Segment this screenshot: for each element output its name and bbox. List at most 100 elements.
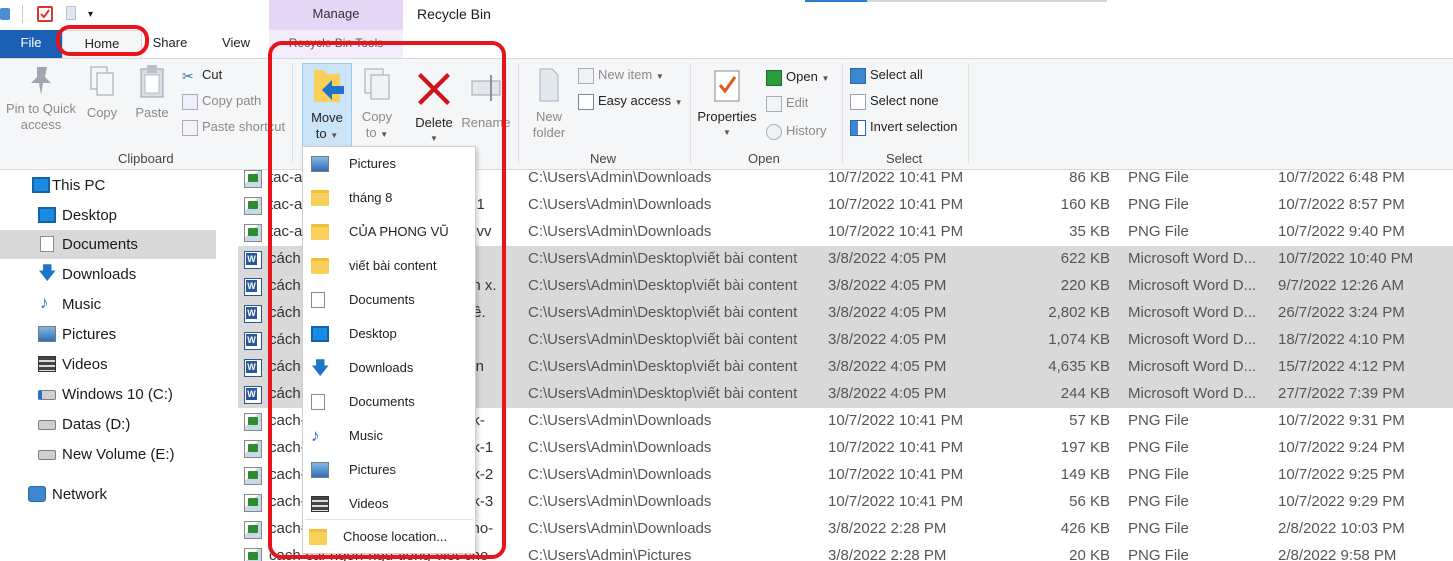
file-size: 220 KB [1060, 277, 1110, 294]
original-location: C:\Users\Admin\Downloads [528, 223, 712, 240]
history-label: History [786, 123, 827, 138]
edit-label: Edit [786, 95, 809, 110]
pin-quick-access-button[interactable]: Pin to Quick access [2, 63, 80, 133]
date-modified: 10/7/2022 6:48 PM [1278, 169, 1405, 186]
nav-item-drive-c[interactable]: Windows 10 (C:) [0, 380, 216, 409]
new-group-label: New [590, 151, 617, 166]
ribbon-divider [690, 63, 691, 163]
nav-item-desktop[interactable]: Desktop [0, 201, 216, 230]
easy-access-button[interactable]: Easy access ▼ [578, 91, 683, 111]
clipboard-group-label: Clipboard [118, 151, 174, 166]
file-size: 426 KB [1060, 520, 1110, 537]
file-size: 56 KB [1069, 493, 1110, 510]
original-location: C:\Users\Admin\Desktop\viết bài content [528, 358, 798, 375]
invert-selection-button[interactable]: Invert selection [850, 117, 957, 137]
original-location: C:\Users\Admin\Downloads [528, 466, 712, 483]
file-size: 1,074 KB [1048, 331, 1110, 348]
copy-path-button[interactable]: Copy path [182, 91, 261, 111]
invert-selection-label: Invert selection [870, 119, 958, 134]
clipboard-icon [140, 65, 164, 98]
copy-button[interactable]: Copy [82, 63, 122, 121]
paste-label: Paste [135, 105, 169, 120]
qat-divider [22, 5, 23, 23]
chevron-down-icon: ▼ [821, 74, 830, 83]
date-modified: 26/7/2022 3:24 PM [1278, 304, 1405, 321]
explorer-icon [0, 8, 10, 20]
nav-item-videos[interactable]: Videos [0, 350, 216, 379]
copy-path-icon [182, 93, 198, 110]
nav-label: Windows 10 (C:) [62, 386, 173, 403]
file-size: 244 KB [1060, 385, 1110, 402]
select-none-button[interactable]: Select none [850, 91, 939, 111]
new-folder-label-line2: folder [532, 125, 566, 140]
pin-icon [31, 67, 51, 95]
ribbon-divider [968, 63, 969, 163]
png-file-icon [244, 467, 262, 485]
file-size: 160 KB [1060, 196, 1110, 213]
nav-item-pictures[interactable]: Pictures [0, 320, 216, 349]
copy-label: Copy [86, 105, 118, 120]
date-deleted: 3/8/2022 4:05 PM [828, 385, 947, 402]
tab-file[interactable]: File [0, 30, 62, 58]
date-deleted: 10/7/2022 10:41 PM [828, 466, 964, 483]
documents-icon [40, 236, 54, 252]
nav-item-music[interactable]: ♪ Music [0, 290, 216, 319]
nav-label: Videos [62, 356, 108, 373]
easy-access-icon [578, 93, 594, 110]
nav-item-documents[interactable]: Documents [0, 230, 216, 259]
png-file-icon [244, 224, 262, 242]
date-modified: 2/8/2022 10:03 PM [1278, 520, 1405, 537]
tab-share[interactable]: Share [142, 30, 198, 58]
date-modified: 15/7/2022 4:12 PM [1278, 358, 1405, 375]
word-file-icon [244, 278, 262, 296]
new-folder-label-line1: New [535, 109, 562, 124]
new-folder-qat-icon[interactable] [66, 6, 76, 20]
qat-customize-icon[interactable]: ▾ [88, 8, 104, 24]
properties-qat-icon[interactable] [37, 6, 53, 22]
ribbon-divider [518, 63, 519, 163]
item-type: PNG File [1128, 412, 1189, 429]
select-all-label: Select all [870, 67, 923, 82]
easy-access-label: Easy access [598, 93, 671, 108]
file-size: 149 KB [1060, 466, 1110, 483]
tab-view[interactable]: View [208, 30, 264, 58]
nav-item-downloads[interactable]: 🡇 Downloads [0, 260, 216, 289]
nav-label: Desktop [62, 207, 118, 224]
original-location: C:\Users\Admin\Desktop\viết bài content [528, 385, 798, 402]
paste-button[interactable]: Paste [130, 63, 174, 121]
select-all-button[interactable]: Select all [850, 65, 923, 85]
date-modified: 10/7/2022 9:40 PM [1278, 223, 1405, 240]
cut-button[interactable]: ✂ Cut [182, 65, 222, 85]
original-location: C:\Users\Admin\Pictures [528, 547, 692, 561]
nav-item-this-pc[interactable]: This PC [0, 171, 216, 200]
ribbon: Pin to Quick access Copy Paste ✂ Cut Copy… [0, 58, 1453, 170]
edit-button[interactable]: Edit [766, 93, 808, 113]
nav-item-drive-e[interactable]: New Volume (E:) [0, 440, 216, 469]
chevron-down-icon: ▼ [674, 98, 683, 107]
nav-item-drive-d[interactable]: Datas (D:) [0, 410, 216, 439]
properties-button[interactable]: Properties ▼ [694, 63, 760, 141]
new-item-button[interactable]: New item ▼ [578, 65, 664, 85]
date-modified: 10/7/2022 9:24 PM [1278, 439, 1405, 456]
title-line [867, 0, 1107, 2]
properties-label: Properties [697, 109, 757, 124]
edit-icon [766, 95, 782, 112]
png-file-icon [244, 548, 262, 561]
nav-item-network[interactable]: Network [0, 480, 216, 509]
new-folder-button[interactable]: New folder [526, 63, 572, 141]
date-deleted: 10/7/2022 10:41 PM [828, 223, 964, 240]
item-type: PNG File [1128, 169, 1189, 186]
date-modified: 10/7/2022 9:25 PM [1278, 466, 1405, 483]
word-file-icon [244, 359, 262, 377]
videos-icon [38, 356, 56, 372]
date-modified: 2/8/2022 9:58 PM [1278, 547, 1397, 561]
network-icon [28, 486, 46, 502]
history-button[interactable]: History [766, 121, 826, 141]
open-button[interactable]: Open ▼ [766, 67, 829, 87]
date-modified: 10/7/2022 9:31 PM [1278, 412, 1405, 429]
drive-e-icon [38, 450, 56, 460]
select-none-label: Select none [870, 93, 939, 108]
item-type: Microsoft Word D... [1128, 277, 1257, 294]
manage-tab[interactable]: Manage [269, 0, 403, 30]
date-deleted: 3/8/2022 4:05 PM [828, 331, 947, 348]
